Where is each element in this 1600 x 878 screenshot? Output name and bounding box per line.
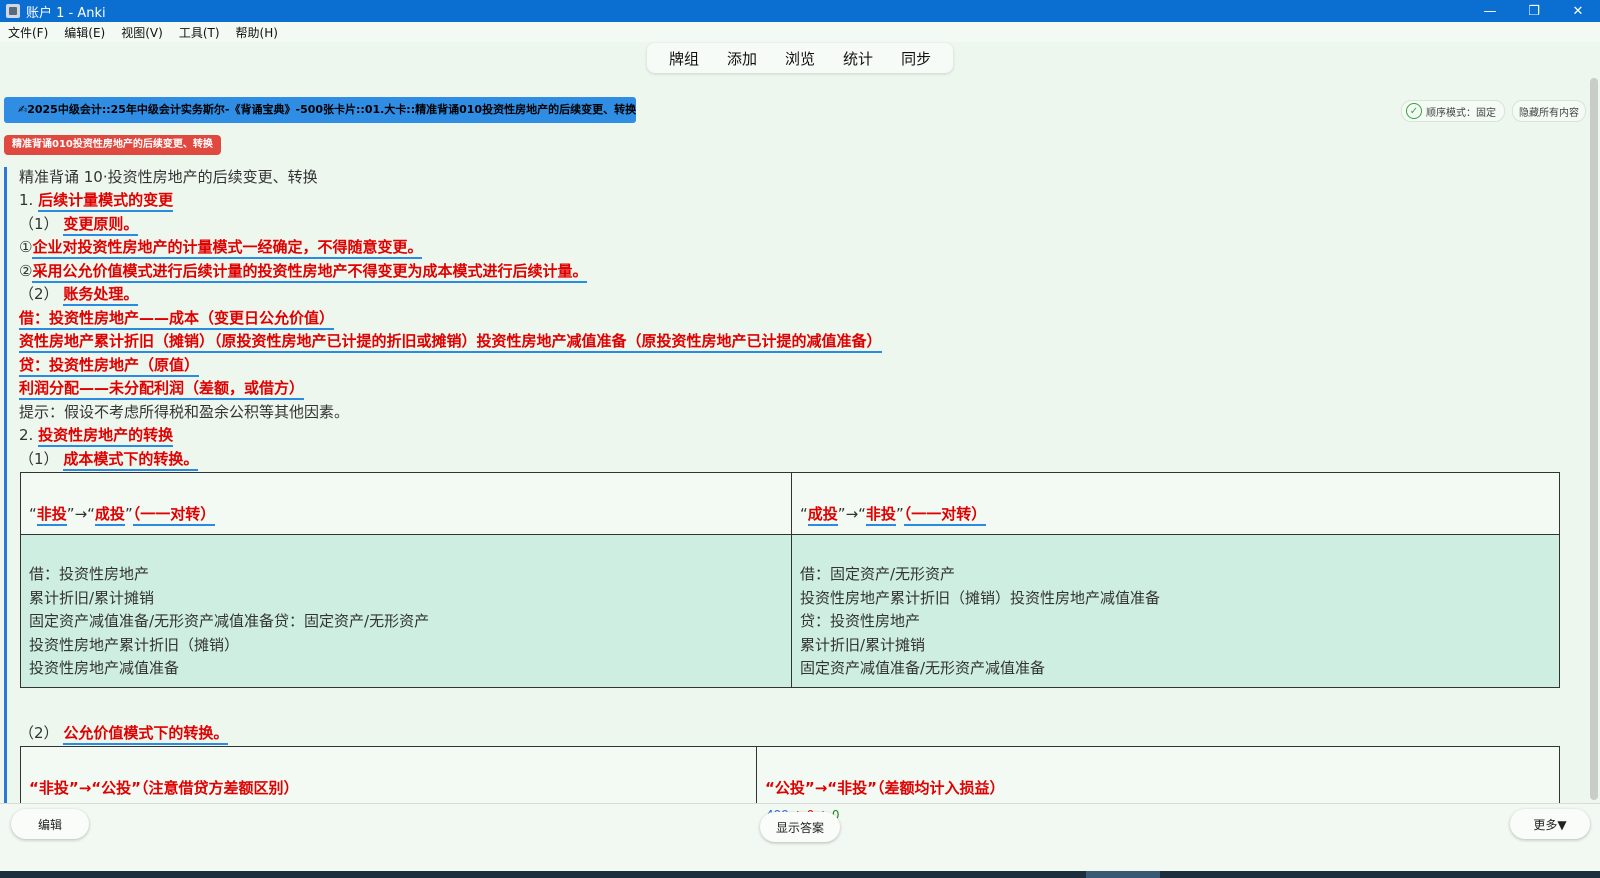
card-tag: 精准背诵010投资性房地产的后续变更、转换: [4, 135, 221, 155]
section-1-title: 1. 后续计量模式的变更: [19, 189, 174, 212]
toolbar-stats-button[interactable]: 统计: [829, 48, 887, 69]
subsection-1-2: （2） 账务处理。: [19, 283, 139, 306]
subsection-2-1: （1） 成本模式下的转换。: [19, 448, 199, 471]
menu-tools[interactable]: 工具(T): [171, 24, 228, 41]
window-title: 账户 1 - Anki: [26, 5, 106, 21]
taskbar-active-item[interactable]: [1086, 871, 1160, 878]
card-heading: 精准背诵 10·投资性房地产的后续变更、转换: [19, 168, 318, 186]
minimize-button[interactable]: —: [1468, 0, 1512, 22]
entry-profit: 利润分配——未分配利润（差额，或借方）: [19, 377, 305, 400]
menu-help[interactable]: 帮助(H): [228, 24, 286, 41]
table1-left-body: 借：投资性房地产 累计折旧/累计摊销 固定资产减值准备/无形资产减值准备贷：固定…: [21, 535, 791, 687]
table2-right-head: “公投”→“非投”（差额均计入损益）: [757, 747, 1559, 804]
subsection-2-2: （2） 公允价值模式下的转换。: [19, 722, 229, 745]
table1-divider: [791, 473, 792, 687]
hide-all-button[interactable]: 隐藏所有内容: [1512, 100, 1586, 122]
main-toolbar: 牌组 添加 浏览 统计 同步: [647, 43, 954, 73]
review-bottom-bar: 499 + 0 + 0 编辑 显示答案 更多▼: [0, 803, 1600, 872]
table2-left-head: “非投”→“公投”（注意借贷方差额区别）: [21, 747, 756, 804]
restore-button[interactable]: ❐: [1512, 0, 1556, 22]
check-circle-icon: ✓: [1406, 103, 1422, 119]
toolbar-browse-button[interactable]: 浏览: [771, 48, 829, 69]
order-mode-text: 顺序模式：固定: [1426, 107, 1496, 119]
scrollbar-thumb[interactable]: [1590, 78, 1598, 800]
deck-path-label: ✍2025中级会计::25年中级会计实务斯尔-《背诵宝典》-500张卡片::01…: [4, 97, 636, 123]
table1-head-rule: [21, 534, 1559, 535]
menu-file[interactable]: 文件(F): [0, 24, 56, 41]
card-view: ✍2025中级会计::25年中级会计实务斯尔-《背诵宝典》-500张卡片::01…: [0, 84, 1586, 804]
entry-credit: 贷：投资性房地产（原值）: [19, 354, 200, 377]
principle-1: ①企业对投资性房地产的计量模式一经确定，不得随意变更。: [19, 236, 423, 259]
title-bar: 账户 1 - Anki — ❐ ✕: [0, 0, 1600, 22]
show-answer-button[interactable]: 显示答案: [760, 812, 840, 842]
table2-divider: [756, 747, 757, 804]
table1-right-body: 借：固定资产/无形资产 投资性房地产累计折旧（摊销）投资性房地产减值准备 贷：投…: [792, 535, 1559, 687]
entry-depreciation: 资性房地产累计折旧（摊销）（原投资性房地产已计提的折旧或摊销）投资性房地产减值准…: [19, 330, 882, 353]
section-2-title: 2. 投资性房地产的转换: [19, 424, 174, 447]
anki-app-icon: [6, 4, 20, 18]
fair-value-table: “非投”→“公投”（注意借贷方差额区别） “公投”→“非投”（差额均计入损益）: [20, 746, 1560, 804]
card-scrollbar[interactable]: [1587, 78, 1600, 802]
hint-text: 提示：假设不考虑所得税和盈余公积等其他因素。: [19, 403, 350, 421]
more-button[interactable]: 更多▼: [1510, 809, 1590, 839]
os-taskbar: [0, 871, 1600, 878]
order-mode-badge[interactable]: ✓ 顺序模式：固定: [1401, 100, 1505, 122]
table1-left-head: “非投”→“成投”（一一对转）: [21, 473, 791, 534]
close-button[interactable]: ✕: [1556, 0, 1600, 22]
menu-edit[interactable]: 编辑(E): [56, 24, 113, 41]
toolbar-add-button[interactable]: 添加: [713, 48, 771, 69]
entry-debit: 借：投资性房地产——成本（变更日公允价值）: [19, 307, 335, 330]
window-controls: — ❐ ✕: [1468, 0, 1600, 22]
toolbar-decks-button[interactable]: 牌组: [655, 48, 713, 69]
menu-view[interactable]: 视图(V): [113, 24, 171, 41]
cost-model-table: “非投”→“成投”（一一对转） “成投”→“非投”（一一对转） 借：投资性房地产…: [20, 472, 1560, 688]
table1-right-head: “成投”→“非投”（一一对转）: [792, 473, 1559, 534]
subsection-1-1: （1） 变更原则。: [19, 213, 139, 236]
principle-2: ②采用公允价值模式进行后续计量的投资性房地产不得变更为成本模式进行后续计量。: [19, 260, 588, 283]
toolbar-sync-button[interactable]: 同步: [887, 48, 945, 69]
card-content: 精准背诵 10·投资性房地产的后续变更、转换 1. 后续计量模式的变更 （1） …: [4, 167, 1586, 804]
edit-button[interactable]: 编辑: [11, 809, 89, 839]
menu-bar: 文件(F) 编辑(E) 视图(V) 工具(T) 帮助(H): [0, 22, 1600, 42]
